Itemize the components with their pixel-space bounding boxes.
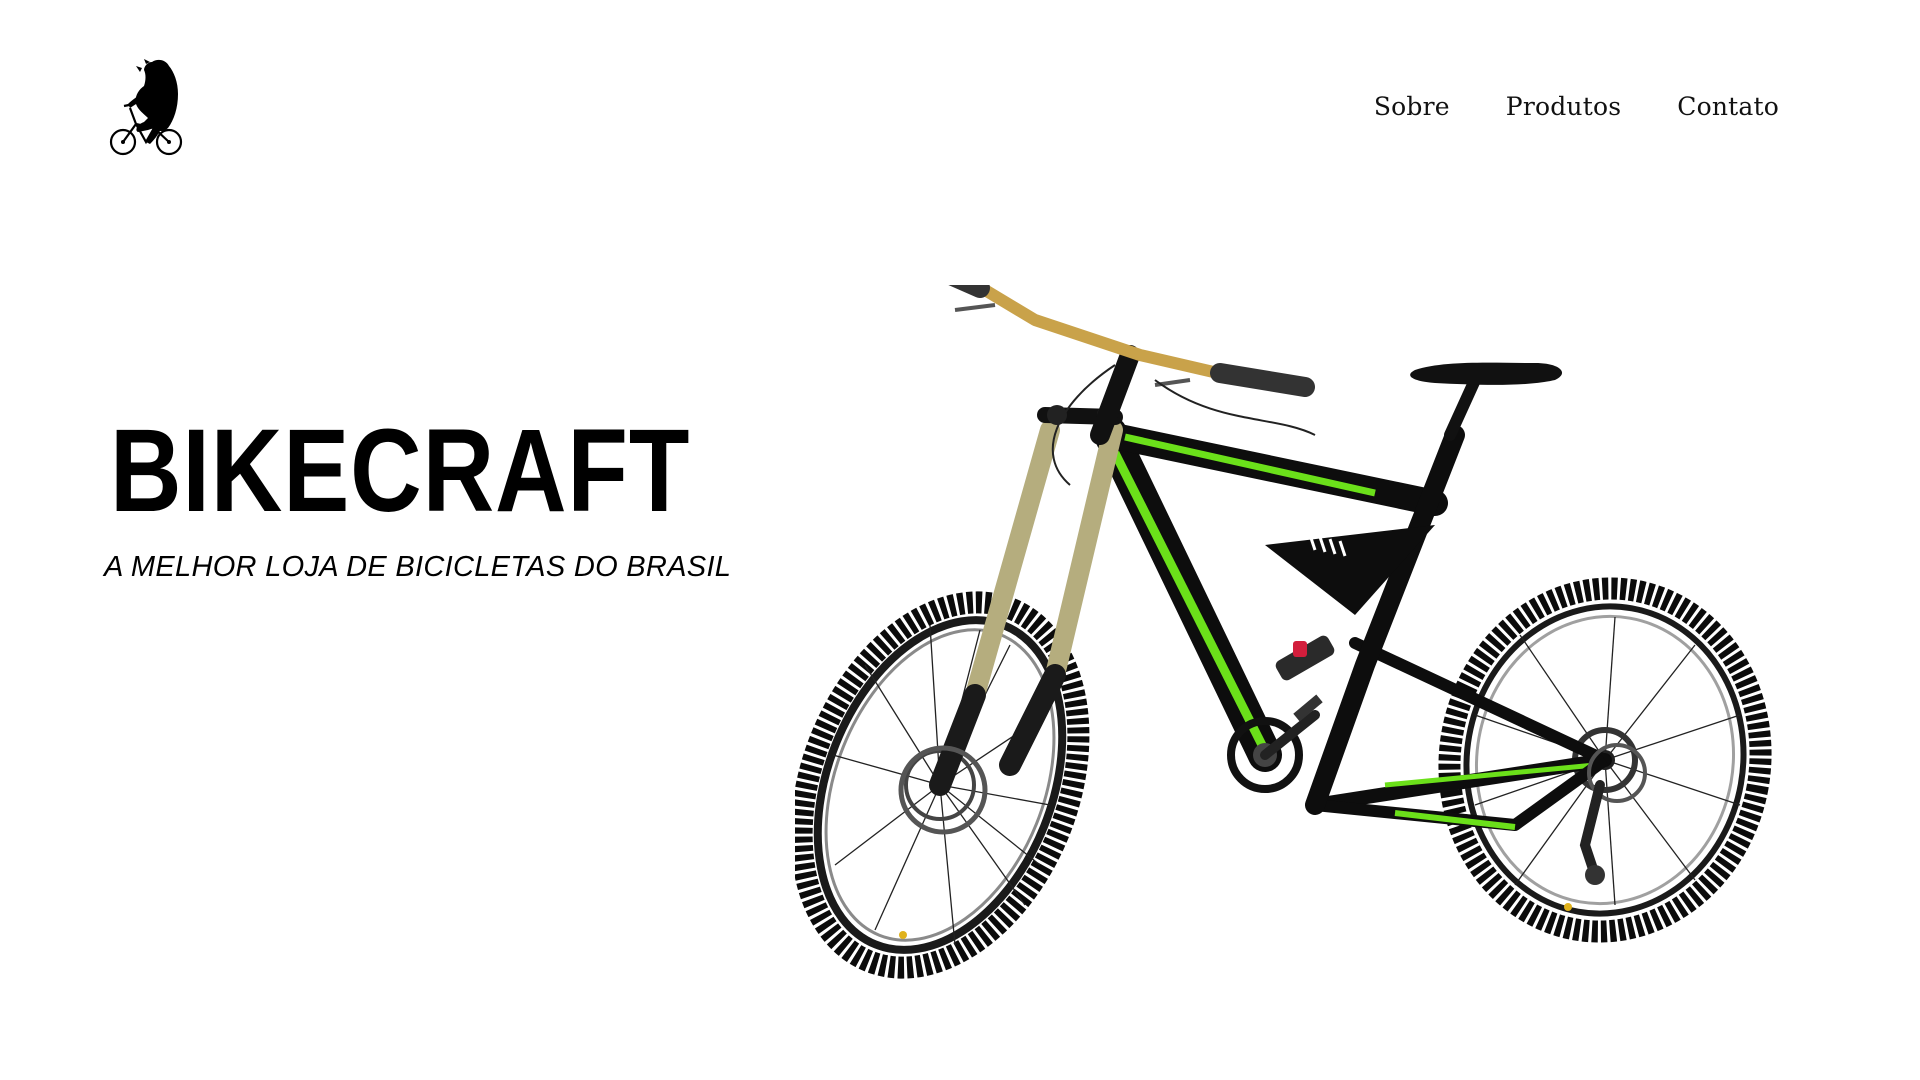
bike-frame-main [1093, 416, 1465, 815]
bikecraft-logo[interactable] [108, 58, 186, 158]
site-header: Sobre Produtos Contato [0, 0, 1920, 200]
saddle [1410, 362, 1563, 441]
main-nav: Sobre Produtos Contato [1374, 92, 1779, 121]
hero-title: BIKECRAFT [110, 405, 691, 537]
hero-subtitle: A MELHOR LOJA DE BICICLETAS DO BRASIL [104, 551, 732, 583]
bear-riding-bicycle-logo-icon [109, 59, 183, 156]
front-wheel [795, 591, 1090, 979]
nav-link-contato[interactable]: Contato [1677, 92, 1779, 121]
nav-link-sobre[interactable]: Sobre [1374, 92, 1450, 121]
mountain-bike-image [795, 285, 1772, 979]
nav-link-produtos[interactable]: Produtos [1506, 92, 1621, 121]
